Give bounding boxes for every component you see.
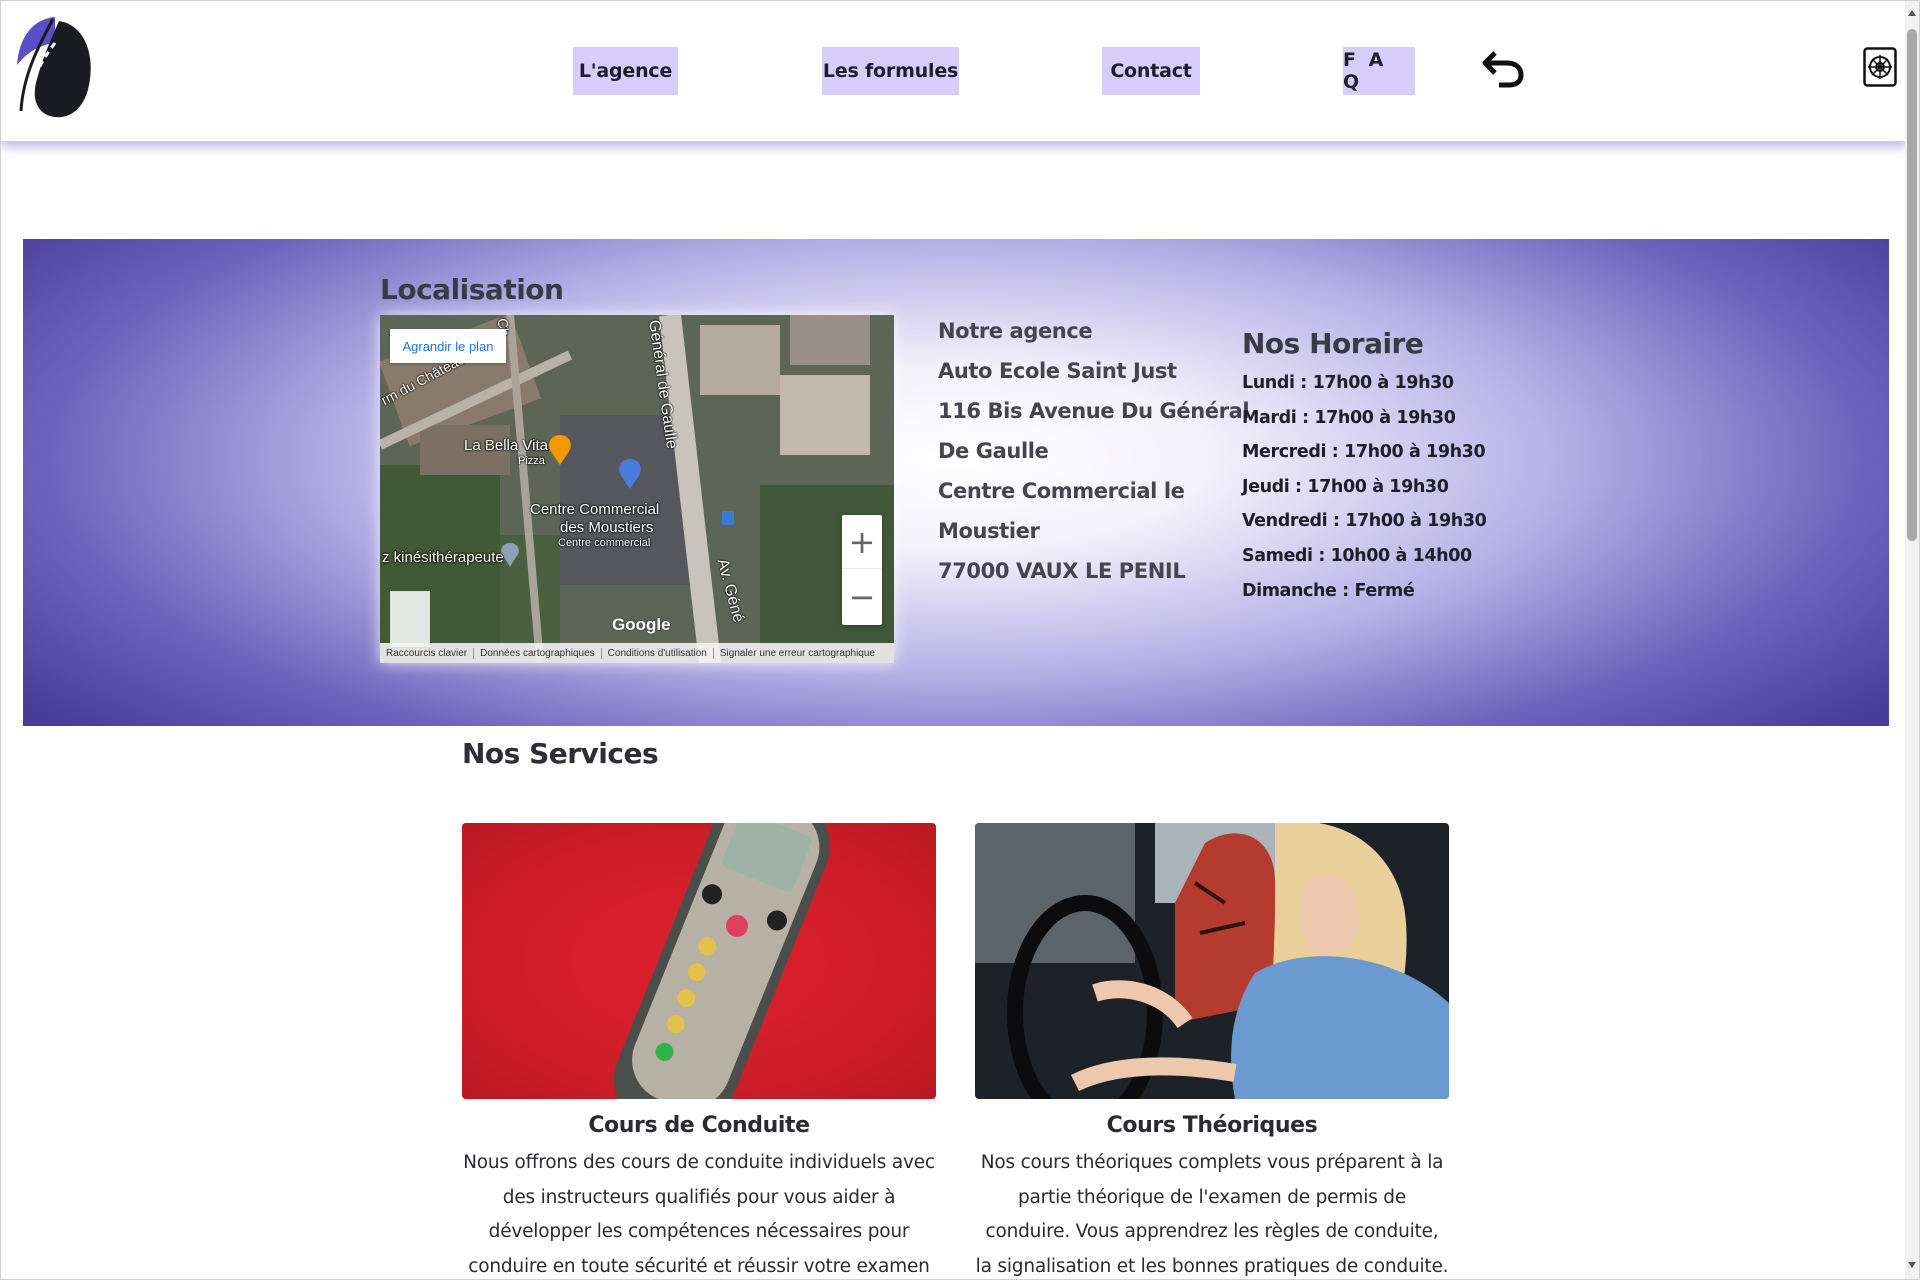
gear-icon[interactable] bbox=[1863, 47, 1897, 87]
hours-title: Nos Horaire bbox=[1242, 327, 1424, 360]
hours-row: Vendredi : 17h00 à 19h30 bbox=[1242, 511, 1487, 532]
scrollbar-thumb[interactable] bbox=[1907, 29, 1917, 541]
agency-line: Centre Commercial le bbox=[938, 479, 1185, 503]
map-label-centre-3: Centre commercial bbox=[558, 537, 651, 549]
hours-row: Mardi : 17h00 à 19h30 bbox=[1242, 407, 1456, 428]
map-expand-link[interactable]: Agrandir le plan bbox=[390, 329, 506, 363]
map-report-link[interactable]: Signaler une erreur cartographique bbox=[714, 648, 881, 659]
hours-row: Samedi : 10h00 à 14h00 bbox=[1242, 545, 1472, 566]
hours-row: Mercredi : 17h00 à 19h30 bbox=[1242, 442, 1486, 463]
map-label-kine: z kinésithérapeute bbox=[382, 549, 504, 566]
map-footer: Raccourcis clavier Données cartographiqu… bbox=[380, 643, 894, 663]
google-logo: Google bbox=[612, 615, 671, 634]
undo-arrow-icon[interactable] bbox=[1479, 43, 1527, 91]
map-label-bella-vita: La Bella Vita bbox=[464, 437, 548, 454]
street-view-pegman-icon[interactable] bbox=[390, 591, 430, 647]
map-zoom-control: + − bbox=[842, 515, 882, 625]
localisation-section: Localisation rm du Château La Bella Vita… bbox=[23, 239, 1889, 726]
google-map-embed[interactable]: rm du Château La Bella Vita Pizza Centre… bbox=[380, 315, 894, 663]
nav-agence-button[interactable]: L'agence bbox=[573, 47, 678, 95]
agency-address: Notre agence Auto Ecole Saint Just 116 B… bbox=[938, 311, 1250, 591]
nav-contact-button[interactable]: Contact bbox=[1102, 47, 1200, 95]
driving-lesson-image bbox=[975, 823, 1449, 1099]
hours-row: Dimanche : Fermé bbox=[1242, 580, 1415, 601]
agency-line: Moustier bbox=[938, 519, 1040, 543]
agency-line: 77000 VAUX LE PENIL bbox=[938, 559, 1186, 583]
agency-line: Auto Ecole Saint Just bbox=[938, 359, 1177, 383]
vertical-scrollbar[interactable] bbox=[1905, 1, 1919, 1279]
map-label-pizza: Pizza bbox=[518, 455, 545, 467]
zoom-out-button[interactable]: − bbox=[842, 570, 882, 624]
map-label-centre-1: Centre Commercial bbox=[530, 501, 660, 518]
localisation-title: Localisation bbox=[380, 273, 564, 306]
road-logo-icon[interactable] bbox=[15, 15, 95, 119]
site-header: L'agence Les formules Contact F A Q bbox=[1, 1, 1907, 141]
map-terms-link[interactable]: Conditions d'utilisation bbox=[602, 647, 714, 659]
service-title: Cours Théoriques bbox=[1106, 1113, 1318, 1138]
scroll-down-arrow-icon[interactable] bbox=[1907, 1257, 1917, 1268]
map-data-link[interactable]: Données cartographiques bbox=[474, 647, 602, 659]
map-label-centre-2: des Moustiers bbox=[560, 519, 654, 536]
scroll-up-arrow-icon[interactable] bbox=[1907, 5, 1917, 16]
map-keyboard-shortcuts-link[interactable]: Raccourcis clavier bbox=[380, 647, 475, 659]
agency-line: Notre agence bbox=[938, 319, 1093, 343]
services-title: Nos Services bbox=[462, 737, 659, 770]
agency-line: De Gaulle bbox=[938, 439, 1049, 463]
service-title: Cours de Conduite bbox=[588, 1113, 810, 1138]
agency-line: 116 Bis Avenue Du Général bbox=[938, 399, 1250, 423]
nav-formules-button[interactable]: Les formules bbox=[822, 47, 959, 95]
service-card-theorie: Cours Théoriques Nos cours théoriques co… bbox=[975, 823, 1449, 1279]
service-description: Nous offrons des cours de conduite indiv… bbox=[463, 1152, 935, 1277]
opening-hours: Nos Horaire Lundi : 17h00 à 19h30 Mardi … bbox=[1242, 327, 1542, 608]
service-card-conduite: Cours de Conduite Nous offrons des cours… bbox=[462, 823, 936, 1279]
hours-row: Lundi : 17h00 à 19h30 bbox=[1242, 373, 1454, 393]
driving-remote-image bbox=[462, 823, 936, 1099]
page-frame: L'agence Les formules Contact F A Q Loca… bbox=[0, 0, 1920, 1280]
zoom-in-button[interactable]: + bbox=[842, 515, 882, 569]
nav-faq-button[interactable]: F A Q bbox=[1343, 47, 1415, 95]
service-description: Nos cours théoriques complets vous prépa… bbox=[975, 1152, 1449, 1277]
hours-row: Jeudi : 17h00 à 19h30 bbox=[1242, 476, 1449, 497]
